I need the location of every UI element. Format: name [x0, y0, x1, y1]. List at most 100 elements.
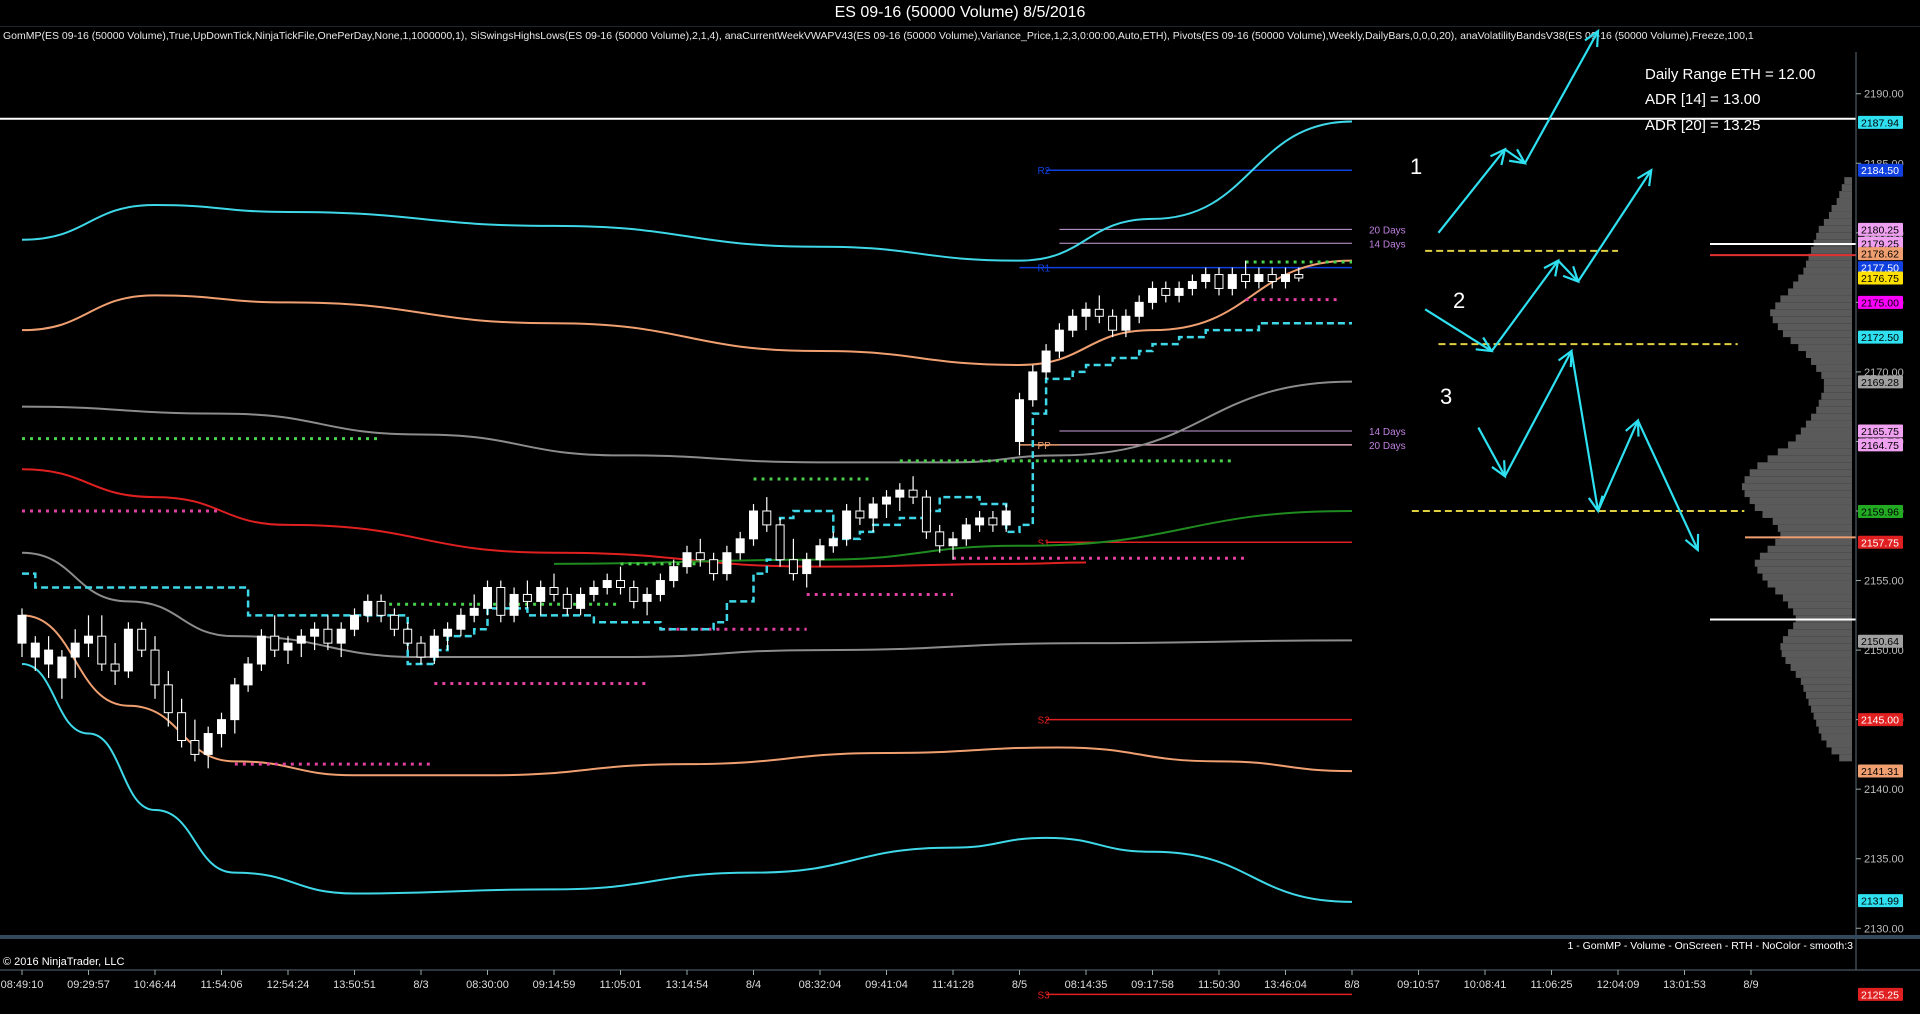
candle-up [828, 538, 838, 547]
profile-bar [1818, 399, 1852, 407]
candle-up [429, 635, 439, 658]
profile-bar [1818, 225, 1852, 233]
price-tag-label: 2169.28 [1861, 377, 1899, 389]
candle-down [988, 517, 998, 526]
profile-bar [1805, 420, 1852, 428]
price-tag-label: 2145.00 [1861, 715, 1899, 727]
profile-bar [1772, 517, 1852, 525]
candle-up [1187, 281, 1197, 289]
candle-down [762, 510, 772, 526]
profile-bar [1772, 316, 1852, 324]
profile-bar [1788, 629, 1852, 637]
candle-up [735, 538, 745, 554]
candle-up [1001, 510, 1011, 526]
profile-bar [1782, 330, 1852, 338]
profile-bar [1749, 469, 1852, 477]
candle-up [217, 719, 226, 735]
candle-down [788, 559, 798, 575]
candle-up [576, 593, 586, 609]
price-tag-label: 2180.25 [1861, 224, 1899, 236]
profile-bar [1742, 483, 1852, 491]
profile-bar [1780, 295, 1852, 303]
profile-bar [1793, 608, 1852, 616]
time-tick-label: 13:14:54 [666, 979, 709, 991]
candle-up [509, 593, 519, 616]
candle-up [1054, 329, 1064, 352]
candle-up [868, 503, 878, 519]
candle-up [296, 635, 306, 644]
profile-bar [1790, 664, 1852, 671]
adr-label: 14 Days [1369, 239, 1406, 250]
price-tick-label: 2140.00 [1864, 784, 1904, 796]
candle-up [1254, 274, 1264, 283]
daily-range-text: Daily Range ETH = 12.00 [1645, 66, 1816, 83]
candle-up [722, 552, 732, 575]
profile-bar [1813, 712, 1852, 720]
profile-bar [1816, 364, 1852, 372]
adr-label: 20 Days [1369, 441, 1406, 452]
candle-down [416, 642, 426, 658]
candle-down [110, 663, 120, 672]
price-tag-label: 2157.75 [1861, 537, 1899, 549]
time-tick-label: 08:14:35 [1065, 979, 1108, 991]
candle-up [57, 656, 67, 679]
profile-bar [1754, 504, 1852, 511]
price-tag-label: 2125.25 [1861, 989, 1899, 1001]
candle-down [403, 628, 413, 644]
candle-up [310, 628, 320, 637]
price-tick-label: 2130.00 [1864, 923, 1904, 935]
time-tick-label: 13:46:04 [1264, 979, 1307, 991]
profile-bar [1767, 545, 1852, 553]
candle-up [1201, 274, 1211, 283]
chart-panel[interactable]: GomMP(ES 09-16 (50000 Volume),True,UpDow… [0, 26, 1920, 1014]
time-tick-label: 11:54:06 [200, 979, 242, 991]
profile-bar [1777, 524, 1852, 532]
candle-up [669, 566, 679, 582]
profile-bar [1781, 650, 1852, 658]
time-tick-label: 11:50:30 [1198, 979, 1240, 991]
candle-up [895, 489, 905, 498]
time-tick-label: 10:08:41 [1464, 979, 1507, 991]
profile-bar [1805, 351, 1852, 358]
candle-up [243, 663, 253, 686]
time-tick-label: 08:32:04 [799, 979, 842, 991]
candle-up [1041, 350, 1051, 373]
profile-bar [1823, 218, 1852, 226]
candle-up [70, 642, 80, 658]
price-tag-label: 2165.75 [1861, 426, 1899, 438]
candle-down [549, 587, 559, 595]
candle-up [483, 587, 492, 609]
time-tick-label: 10:46:44 [134, 979, 177, 991]
candle-down [629, 587, 639, 602]
candle-up [17, 614, 27, 644]
candle-up [30, 642, 40, 658]
profile-bar [1775, 587, 1852, 595]
time-tick-label: 12:54:24 [267, 979, 310, 991]
profile-bar [1836, 198, 1852, 205]
time-tick-label: 8/9 [1743, 979, 1758, 991]
adr-label: 14 Days [1369, 427, 1406, 438]
profile-bar [1803, 684, 1852, 692]
candle-up [682, 552, 692, 568]
candle-up [589, 587, 599, 595]
candle-up [256, 635, 266, 665]
candle-up [1121, 315, 1131, 331]
candle-up [443, 628, 453, 637]
profile-bar [1788, 601, 1852, 609]
profile-bar [1803, 267, 1852, 275]
candle-up [203, 733, 213, 755]
time-tick-label: 09:10:57 [1397, 979, 1440, 991]
profile-bar [1788, 288, 1852, 296]
profile-bar [1762, 573, 1852, 581]
pivot-label: S2 [1037, 716, 1050, 727]
profile-bar [1762, 511, 1852, 518]
profile-bar [1744, 476, 1852, 484]
candle-up [1148, 287, 1157, 303]
candle-down [163, 684, 173, 714]
time-tick-label: 8/4 [746, 979, 761, 991]
time-tick-label: 11:05:01 [599, 979, 641, 991]
candle-up [815, 545, 825, 561]
profile-bar [1821, 392, 1852, 400]
candle-down [522, 593, 532, 602]
profile-bar [1821, 733, 1852, 741]
